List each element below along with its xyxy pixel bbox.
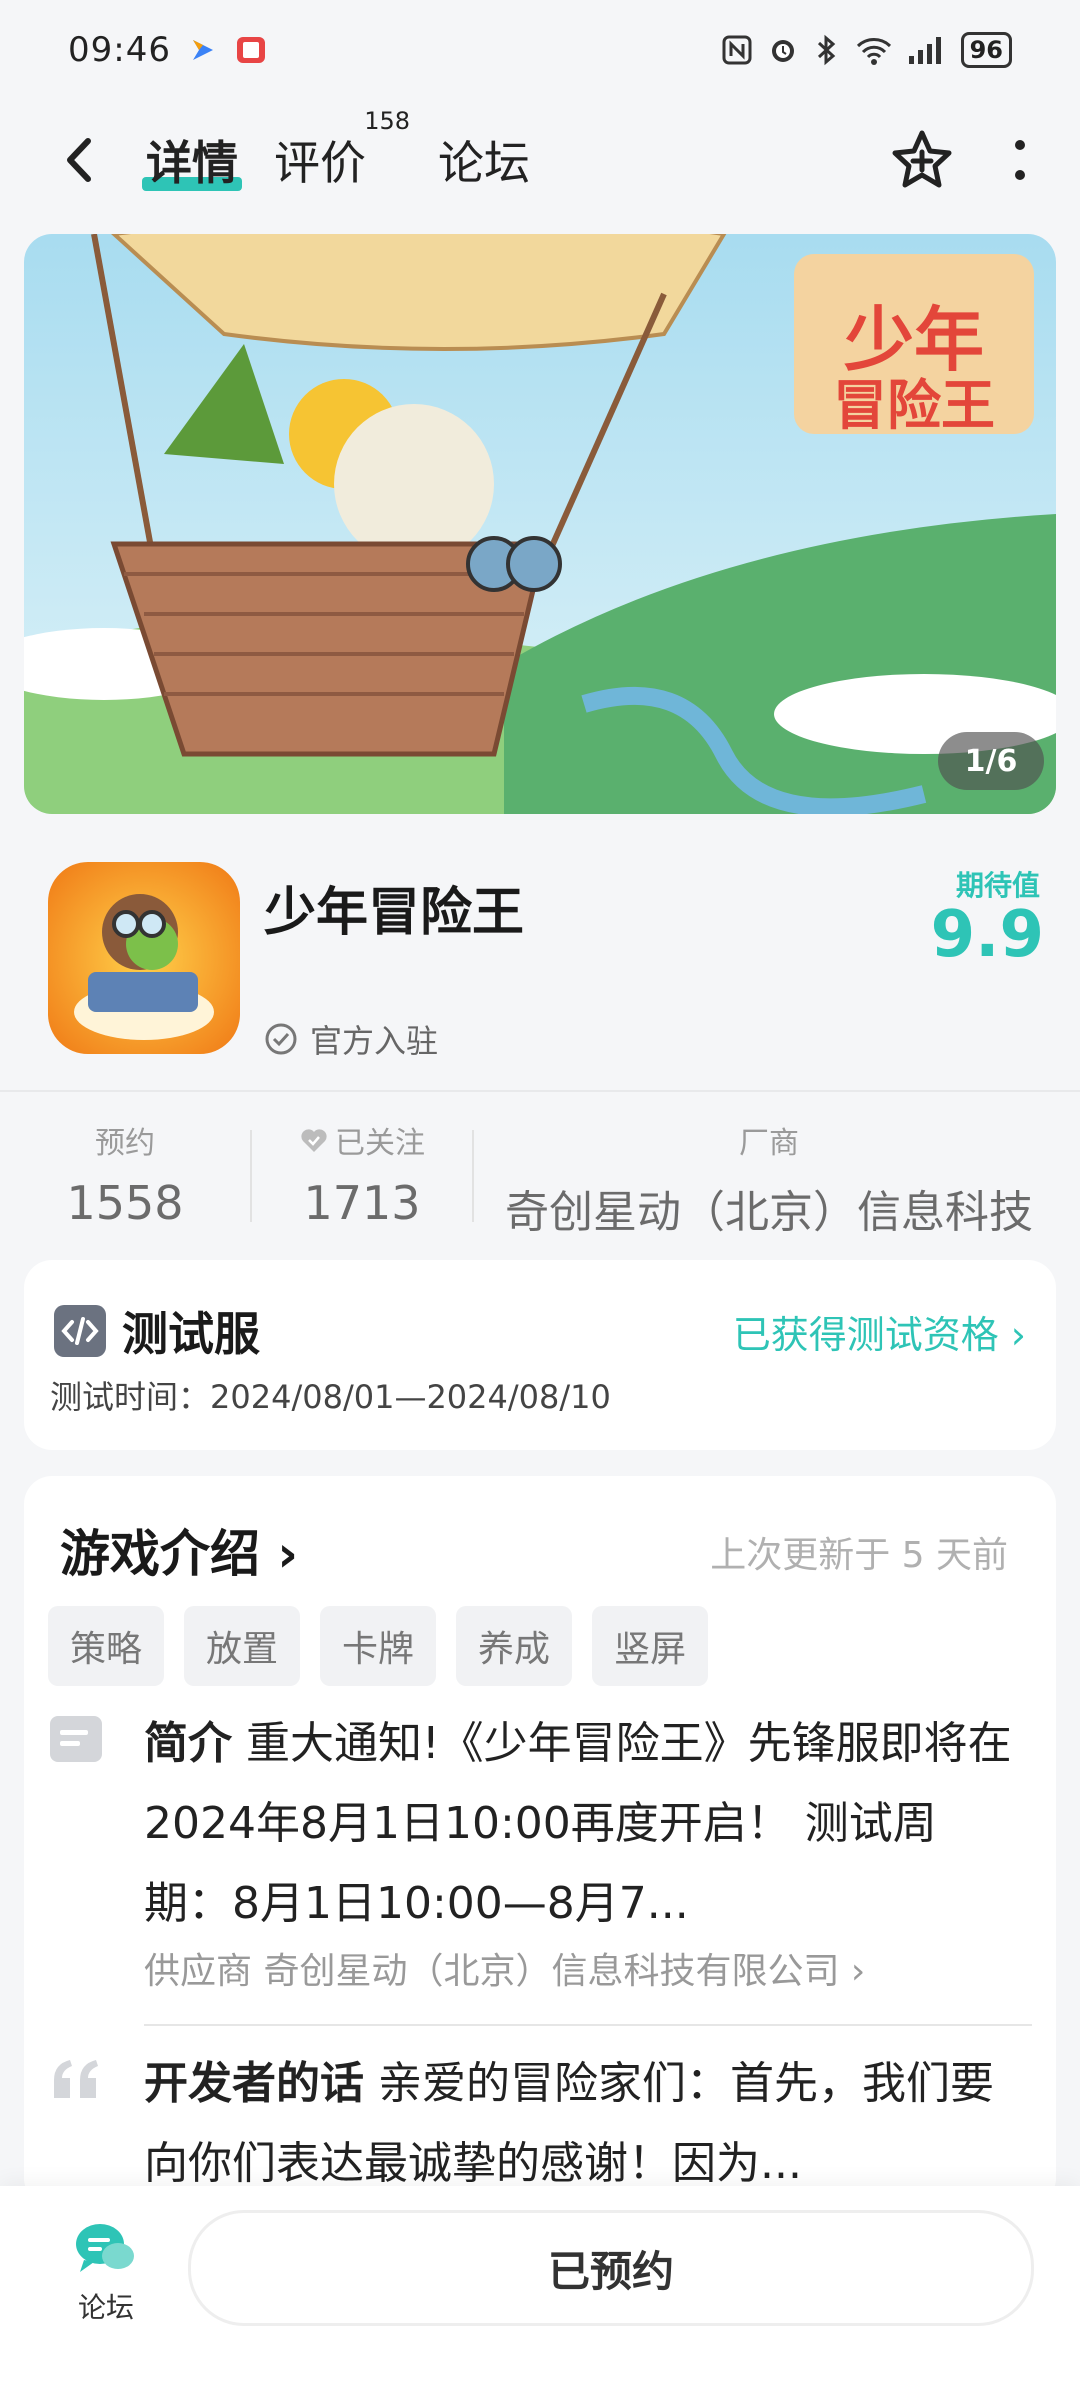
bluetooth-icon [817,34,835,66]
game-intro-title: 游戏介绍 [60,1525,260,1583]
test-server-title-wrap: 测试服 [54,1298,260,1364]
official-label: 官方入驻 [310,1022,439,1060]
summary-icon [50,1716,102,1762]
tag-item[interactable]: 竖屏 [592,1606,709,1686]
app-notification-icon [192,40,213,60]
code-icon [54,1305,106,1357]
tab-reviews-label: 评价 [274,136,366,190]
supplier-link[interactable]: 供应商 奇创星动（北京）信息科技有限公司 › [144,1942,865,1994]
tag-item[interactable]: 卡牌 [320,1606,437,1686]
official-badge: 官方入驻 [264,1016,438,1062]
divider [144,2024,1032,2026]
vendor-name: 奇创星动（北京）信息科技 [505,1187,1033,1238]
last-updated: 上次更新于 5 天前 [710,1535,1008,1576]
developer-words[interactable]: 开发者的话 亲爱的冒险家们：首先，我们要向你们表达最诚挚的感谢！因为... [144,2044,1024,2204]
developer-label: 开发者的话 [144,2058,364,2109]
tab-details[interactable]: 详情 [142,127,242,193]
tag-list: 策略 放置 卡牌 养成 竖屏 [48,1606,709,1686]
stat-vendor[interactable]: 厂商 奇创星动（北京）信息科技 [474,1110,1064,1240]
chevron-right-icon: › [850,1951,866,1992]
nfc-icon [722,35,752,65]
bottom-action-bar: 论坛 已预约 [0,2186,1080,2400]
app-icon [48,862,240,1054]
banner-logo-text: 少年 [844,299,984,381]
game-intro-card: 游戏介绍 › 上次更新于 5 天前 策略 放置 卡牌 养成 竖屏 简介 重大通知… [24,1476,1056,2206]
app-name: 少年冒险王 [264,883,525,943]
more-icon[interactable] [1010,135,1030,185]
supplier-text: 供应商 奇创星动（北京）信息科技有限公司 [144,1951,840,1992]
status-time: 09:46 [68,30,171,70]
battery-level: 96 [960,32,1012,68]
banner-image: 少年 冒险王 [24,234,1056,814]
check-circle-icon [265,1023,297,1055]
chevron-left-icon [67,138,91,182]
summary-text: 重大通知!《少年冒险王》先锋服即将在2024年8月1日10:00再度开启！ 测试… [144,1718,1012,1929]
expect-score: 9.9 [930,898,1044,972]
screenshot-carousel[interactable]: 少年 冒险王 1/6 [24,234,1056,814]
stat-follow[interactable]: 已关注 1713 [252,1110,472,1240]
forum-label: 论坛 [77,2291,134,2324]
tab-forum-label: 论坛 [438,136,530,190]
heart-check-icon [301,1129,327,1152]
tag-item[interactable]: 养成 [456,1606,573,1686]
vendor-label: 厂商 [739,1126,799,1161]
chevron-right-icon: › [1010,1313,1026,1357]
stat-reserve: 预约 1558 [0,1110,250,1240]
chat-bubble-icon [76,2224,134,2272]
test-time: 测试时间：2024/08/01—2024/08/10 [50,1378,611,1416]
book-notification-icon [236,37,265,63]
star-add-icon[interactable] [890,128,954,192]
tab-details-label: 详情 [146,136,238,190]
app-info: 少年冒险王 官方入驻 期待值 9.9 [0,840,1080,1090]
forum-button[interactable]: 论坛 [64,2220,148,2326]
tag-item[interactable]: 放置 [184,1606,301,1686]
tab-forum[interactable]: 论坛 [438,127,530,193]
top-nav: 详情 评价 158 论坛 [0,107,1080,210]
summary-label: 简介 [144,1718,232,1769]
game-intro-heading[interactable]: 游戏介绍 › [60,1514,298,1586]
divider [0,1090,1080,1092]
review-count-badge: 158 [364,107,410,135]
test-qualification-label: 已获得测试资格 [732,1313,999,1357]
chevron-right-icon: › [277,1525,299,1583]
wifi-icon [856,38,891,65]
follow-label: 已关注 [335,1126,425,1161]
quote-icon [54,2060,98,2098]
back-button[interactable] [50,130,110,190]
reserved-button[interactable]: 已预约 [188,2210,1034,2326]
test-server-title: 测试服 [122,1307,260,1361]
test-qualification-link[interactable]: 已获得测试资格 › [733,1304,1026,1359]
status-bar: 09:46 96 [0,0,1080,100]
carousel-counter: 1/6 [938,732,1044,790]
tag-item[interactable]: 策略 [48,1606,165,1686]
follow-label-wrap: 已关注 [299,1118,425,1162]
follow-count: 1713 [303,1176,421,1230]
tab-reviews[interactable]: 评价 158 [274,107,410,193]
reserved-label: 已预约 [547,2246,674,2296]
reserve-count: 1558 [66,1176,184,1230]
signal-icon [908,37,941,64]
alarm-icon [771,40,794,62]
test-server-card[interactable]: 测试服 已获得测试资格 › 测试时间：2024/08/01—2024/08/10 [24,1260,1056,1450]
stats-row: 预约 1558 已关注 1713 厂商 奇创星动（北京）信息科技 [0,1110,1080,1240]
reserve-label: 预约 [95,1126,155,1161]
svg-text:冒险王: 冒险王 [833,374,995,437]
summary-paragraph[interactable]: 简介 重大通知!《少年冒险王》先锋服即将在2024年8月1日10:00再度开启！… [144,1704,1024,1944]
